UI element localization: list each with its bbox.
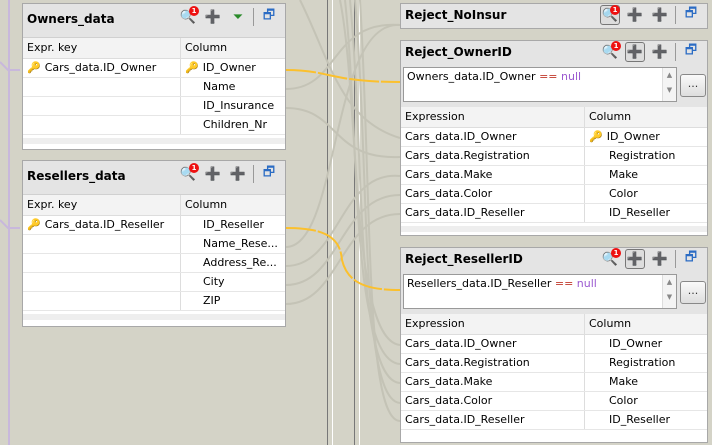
separator [675, 43, 676, 61]
link-line [285, 213, 401, 305]
table-row[interactable]: Cars_data.Color Color [401, 392, 707, 411]
table-row[interactable]: Cars_data.ID_Owner ID_Owner [401, 335, 707, 354]
horizontal-scrollbar[interactable] [401, 226, 707, 232]
search-icon[interactable]: 🔍 1 [600, 5, 620, 25]
separator [675, 250, 676, 268]
join-link-owner [285, 69, 401, 83]
minimize-icon[interactable]: 🗗 [681, 249, 701, 269]
add-output-icon[interactable]: ➕ [625, 5, 645, 25]
table-row[interactable]: City [23, 273, 285, 292]
add-filter-icon[interactable]: ➕ [228, 164, 248, 184]
filter-expression-input[interactable]: Resellers_data.ID_Reseller == null ▲ ▼ [403, 274, 677, 309]
column-header[interactable]: Expr. key [23, 195, 181, 215]
add-filter-icon[interactable]: ➕ [650, 42, 670, 62]
add-output-icon[interactable]: ➕ [203, 164, 223, 184]
table-row[interactable]: Cars_data.Make Make [401, 373, 707, 392]
key-icon: 🔑 [27, 61, 41, 74]
table-row[interactable]: Address_Re... [23, 254, 285, 273]
add-filter-icon[interactable]: ⏷ [228, 7, 248, 27]
column-header[interactable]: Expression [401, 107, 585, 127]
search-icon[interactable]: 🔍 1 [600, 248, 621, 269]
lookup-table-owners[interactable]: Owners_data 🔍 1 ➕ ⏷ 🗗 Expr. key Column 🔑 Ca… [22, 3, 286, 150]
search-icon[interactable]: 🔍 1 [178, 6, 199, 27]
add-filter-icon[interactable]: ➕ [650, 249, 670, 269]
vertical-scrollbar[interactable]: ▲ ▼ [662, 68, 676, 101]
table-row[interactable]: Cars_data.ID_Reseller ID_Reseller [401, 411, 707, 430]
separator [675, 6, 676, 24]
table-title: Reject_NoInsur [405, 8, 507, 22]
primary-key-icon: 🔑 [185, 61, 199, 74]
column-header[interactable]: Expression [401, 314, 585, 334]
expression-builder-button[interactable]: ... [680, 74, 706, 97]
table-title: Reject_ResellerID [405, 252, 523, 266]
link-line [285, 174, 401, 267]
separator [253, 8, 254, 26]
table-row[interactable]: Cars_data.ID_Reseller ID_Reseller [401, 204, 707, 223]
key-icon: 🔑 [27, 218, 41, 231]
table-row[interactable]: 🔑 Cars_data.ID_Reseller ID_Reseller [23, 216, 285, 235]
table-row[interactable]: Cars_data.Make Make [401, 166, 707, 185]
table-row[interactable]: ZIP [23, 292, 285, 311]
table-row[interactable]: ID_Insurance [23, 97, 285, 116]
table-title: Reject_OwnerID [405, 45, 512, 59]
output-table-reject-resellerid[interactable]: Reject_ResellerID 🔍 1 ➕ ➕ 🗗 Resellers_dat… [400, 247, 708, 443]
table-row[interactable]: Cars_data.ID_Owner 🔑 ID_Owner [401, 128, 707, 147]
table-row[interactable]: 🔑 Cars_data.ID_Owner 🔑 ID_Owner [23, 59, 285, 78]
table-row[interactable]: Children_Nr [23, 116, 285, 135]
filter-expression-input[interactable]: Owners_data.ID_Owner == null ▲ ▼ [403, 67, 677, 102]
table-row[interactable]: Cars_data.Registration Registration [401, 354, 707, 373]
output-table-reject-noinsur[interactable]: Reject_NoInsur 🔍 1 ➕ ➕ 🗗 [400, 3, 708, 29]
link-line [285, 107, 401, 159]
minimize-icon[interactable]: 🗗 [259, 7, 279, 27]
search-icon[interactable]: 🔍 1 [178, 163, 199, 184]
horizontal-scrollbar[interactable] [23, 314, 285, 320]
add-output-icon[interactable]: ➕ [625, 42, 645, 62]
column-header[interactable]: Expr. key [23, 38, 181, 58]
primary-key-icon: 🔑 [589, 130, 603, 143]
table-title: Resellers_data [27, 169, 126, 183]
table-row[interactable]: Cars_data.Registration Registration [401, 147, 707, 166]
separator [253, 165, 254, 183]
output-table-reject-ownerid[interactable]: Reject_OwnerID 🔍 1 ➕ ➕ 🗗 Owners_data.ID_O… [400, 40, 708, 236]
add-output-icon[interactable]: ➕ [203, 7, 223, 27]
minimize-icon[interactable]: 🗗 [259, 164, 279, 184]
horizontal-scrollbar[interactable] [23, 138, 285, 144]
expression-builder-button[interactable]: ... [680, 281, 706, 304]
column-header[interactable]: Column [181, 195, 231, 215]
link-line [285, 194, 401, 286]
search-icon[interactable]: 🔍 1 [600, 41, 621, 62]
minimize-icon[interactable]: 🗗 [681, 42, 701, 62]
link-line [285, 23, 401, 90]
add-output-icon[interactable]: ➕ [625, 249, 645, 269]
table-title: Owners_data [27, 12, 115, 26]
add-filter-icon[interactable]: ➕ [650, 5, 670, 25]
column-header[interactable]: Column [181, 38, 231, 58]
vertical-scrollbar[interactable]: ▲ ▼ [662, 275, 676, 308]
minimize-icon[interactable]: 🗗 [681, 5, 701, 25]
table-row[interactable]: Name_Rese... [23, 235, 285, 254]
lookup-table-resellers[interactable]: Resellers_data 🔍 1 ➕ ➕ 🗗 Expr. key Column … [22, 160, 286, 327]
column-header[interactable]: Column [585, 314, 635, 334]
table-row[interactable]: Name [23, 78, 285, 97]
table-row[interactable]: Cars_data.Color Color [401, 185, 707, 204]
column-header[interactable]: Column [585, 107, 635, 127]
